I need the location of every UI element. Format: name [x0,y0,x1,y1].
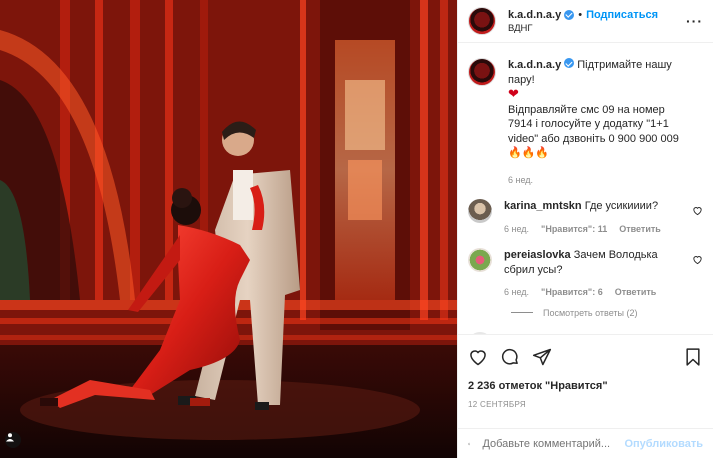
commenter-avatar[interactable] [468,248,492,272]
reply-button[interactable]: Ответить [619,222,661,237]
bookmark-icon[interactable] [683,347,703,367]
post-date[interactable]: 12 СЕНТЯБРЯ [468,400,703,409]
follow-button[interactable]: Подписаться [586,9,658,21]
comment-like-heart-icon[interactable] [692,254,703,265]
more-options-icon[interactable]: ··· [686,13,703,29]
comment-input[interactable] [482,437,625,450]
post-header: k.a.d.n.a.y • Подписаться ВДНГ ··· [458,0,713,43]
comment-age[interactable]: 6 нед. [504,222,529,237]
comment-text: Где усикииии? [584,200,659,212]
red-heart-emoji: ❤ [508,86,519,101]
verified-badge-icon [564,9,575,20]
caption-username[interactable]: k.a.d.n.a.y [508,59,561,71]
author-username[interactable]: k.a.d.n.a.y [508,9,561,21]
smiley-icon[interactable] [468,434,471,454]
fire-emoji: 🔥🔥🔥 [508,147,550,159]
caption-author-avatar[interactable] [468,58,496,86]
post-side-panel: k.a.d.n.a.y • Подписаться ВДНГ ··· k.a.d… [457,0,713,458]
comment-username[interactable]: pereiaslovka [504,249,571,261]
publish-button[interactable]: Опубликовать [624,438,703,450]
view-replies-label: Посмотреть ответы (2) [543,307,638,318]
verified-badge-icon [564,58,575,68]
post-actions: 2 236 отметок "Нравится" 12 СЕНТЯБРЯ [458,334,713,409]
post-caption: k.a.d.n.a.y Підтримайте нашу пару! ❤ Від… [468,58,703,187]
commenter-avatar[interactable] [468,199,492,223]
comment-icon[interactable] [500,347,520,367]
add-comment-bar: Опубликовать [458,428,713,458]
post-location[interactable]: ВДНГ [508,23,658,34]
caption-age[interactable]: 6 нед. [508,173,533,188]
replies-divider-line [511,312,533,313]
person-tag-icon[interactable] [5,432,21,448]
comment-item: pereiaslovka Зачем Володька сбрил усы? 6… [468,248,703,300]
comment-like-heart-icon[interactable] [692,205,703,216]
comment-like-count[interactable]: "Нравится": 6 [541,285,603,300]
heart-icon[interactable] [468,347,488,367]
post-photo[interactable] [0,0,457,458]
author-avatar[interactable] [468,7,496,35]
dance-stage-image [0,0,457,458]
comment-age[interactable]: 6 нед. [504,285,529,300]
like-count[interactable]: 2 236 отметок "Нравится" [468,380,703,392]
comments-list[interactable]: k.a.d.n.a.y Підтримайте нашу пару! ❤ Від… [458,44,713,334]
reply-button[interactable]: Ответить [615,285,657,300]
comment-item: karina_mntskn Где усикииии? 6 нед. "Нрав… [468,199,703,236]
view-replies-button[interactable]: Посмотреть ответы (2) [511,308,703,318]
separator-dot: • [578,8,583,21]
caption-text-body: Відправляйте смс 09 на номер 7914 і голо… [508,103,679,145]
comment-username[interactable]: karina_mntskn [504,200,582,212]
person-tag-glyph [6,433,14,442]
paper-plane-icon[interactable] [532,347,552,367]
comment-like-count[interactable]: "Нравится": 11 [541,222,607,237]
